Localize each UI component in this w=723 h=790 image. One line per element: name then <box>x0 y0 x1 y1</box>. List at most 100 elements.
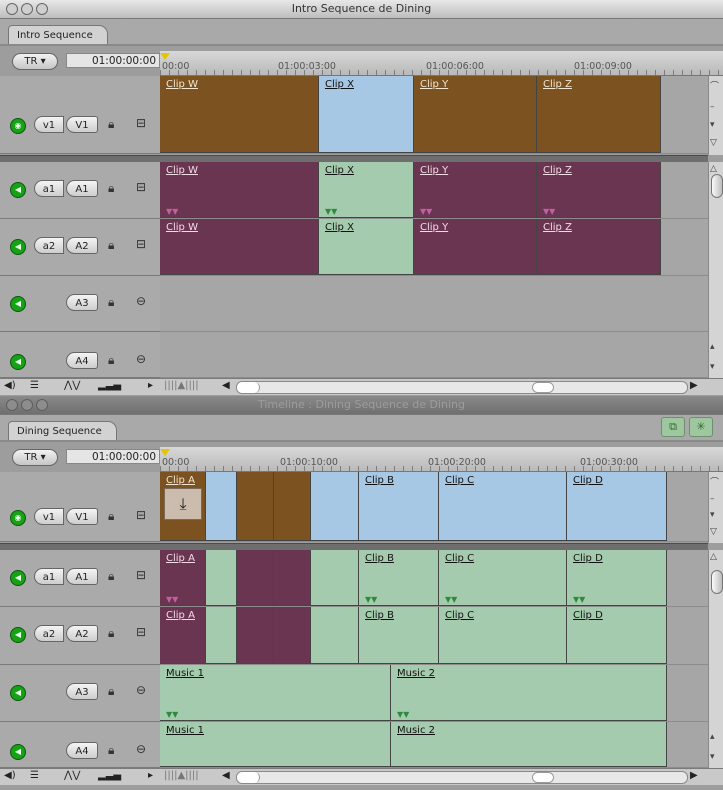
timecode-field[interactable]: 01:00:00:00 <box>66 53 160 68</box>
scroll-up-icon[interactable]: ▴ <box>710 732 715 742</box>
dest-track-a1[interactable]: A1 <box>66 180 98 197</box>
clip[interactable]: Clip Y ▼▼ <box>414 162 537 218</box>
source-patch-a1[interactable]: a1 <box>34 180 64 197</box>
expand-arrow-icon[interactable]: ▸ <box>148 770 153 781</box>
source-patch-a2[interactable]: a2 <box>34 237 64 254</box>
dest-track-v1[interactable]: V1 <box>66 508 98 525</box>
timeline-ruler[interactable]: 00:00 01:00:10:00 01:00:20:00 01:00:30:0… <box>160 447 723 472</box>
clip[interactable]: Clip X <box>319 219 414 275</box>
expand-arrow-icon[interactable]: ▸ <box>148 380 153 391</box>
scroll-handle-icon[interactable]: ▽ <box>710 527 717 537</box>
auto-select-icon[interactable]: ⊟ <box>136 568 146 582</box>
clip[interactable]: Clip B <box>359 472 439 541</box>
clip[interactable] <box>206 550 237 606</box>
track-area[interactable]: Clip A ⤓ Clip B Clip C Clip D <box>160 472 708 542</box>
clip[interactable] <box>274 472 311 541</box>
lock-icon[interactable]: 🔒︎ <box>108 743 114 758</box>
track-area[interactable] <box>160 332 708 378</box>
clip[interactable] <box>311 550 359 606</box>
clip[interactable]: Music 2 <box>391 722 667 767</box>
track-area[interactable]: Clip A ▼▼ Clip B ▼▼ Clip C ▼▼ Clip D ▼▼ <box>160 550 708 607</box>
scroll-up-icon[interactable]: ▴ <box>710 342 715 352</box>
clip[interactable]: Clip D ▼▼ <box>567 550 667 606</box>
track-height-icon[interactable]: ☰ <box>30 380 39 391</box>
auto-select-icon[interactable]: ⊟ <box>136 237 146 251</box>
source-patch-a1[interactable]: a1 <box>34 568 64 585</box>
lock-icon[interactable]: 🔒︎ <box>108 353 114 368</box>
clip[interactable]: Clip W ▼▼ <box>160 162 319 218</box>
playhead-icon[interactable] <box>160 449 170 456</box>
lock-icon[interactable]: 🔒︎ <box>108 569 114 584</box>
track-size-icon[interactable]: ▂▃▄ <box>98 770 121 781</box>
clip[interactable] <box>206 607 237 664</box>
clip-overlays-icon[interactable]: ⋀⋁ <box>64 380 80 391</box>
playhead-icon[interactable] <box>160 53 170 60</box>
dest-track-a3[interactable]: A3 <box>66 683 98 700</box>
clip[interactable] <box>311 607 359 664</box>
speaker-icon[interactable]: ◀︎ <box>10 296 26 312</box>
track-size-icon[interactable]: ▂▃▄ <box>98 380 121 391</box>
dest-track-a2[interactable]: A2 <box>66 237 98 254</box>
speaker-icon[interactable]: ◀︎ <box>10 685 26 701</box>
dest-track-a1[interactable]: A1 <box>66 568 98 585</box>
clip[interactable]: Clip C <box>439 607 567 664</box>
dest-track-a3[interactable]: A3 <box>66 294 98 311</box>
track-area[interactable]: Clip W Clip X Clip Y Clip Z <box>160 219 708 276</box>
lock-icon[interactable]: 🔒︎ <box>108 509 114 524</box>
track-menu-button[interactable]: TR ▾ <box>12 53 58 70</box>
scroll-thumb[interactable] <box>532 382 554 393</box>
linking-icon[interactable]: ✳︎ <box>689 417 713 437</box>
audio-vertical-scrollbar[interactable]: △ ▴ ▾ <box>708 162 723 378</box>
clip-overlays-icon[interactable]: ⋀⋁ <box>64 770 80 781</box>
clip[interactable]: Music 1 ▼▼ <box>160 665 391 721</box>
clip[interactable]: Music 1 <box>160 722 391 767</box>
source-patch-a2[interactable]: a2 <box>34 625 64 642</box>
auto-select-icon[interactable]: ⊖ <box>136 683 146 697</box>
clip[interactable]: Clip D <box>567 607 667 664</box>
audio-vertical-scrollbar[interactable]: △ ▴ ▾ <box>708 550 723 768</box>
tab-sequence[interactable]: Intro Sequence <box>8 25 108 46</box>
audio-controls-icon[interactable]: ◀︎) <box>4 380 16 391</box>
clip[interactable]: Music 2 ▼▼ <box>391 665 667 721</box>
scroll-down-icon[interactable]: ▾ <box>710 120 715 130</box>
auto-select-icon[interactable]: ⊖ <box>136 742 146 756</box>
horizontal-scrollbar[interactable] <box>236 771 688 784</box>
auto-select-icon[interactable]: ⊟ <box>136 625 146 639</box>
scroll-left-icon[interactable]: ◀︎ <box>222 380 230 391</box>
clip[interactable]: Clip Z <box>537 76 661 153</box>
window-titlebar[interactable]: Intro Sequence de Dining <box>0 0 723 19</box>
lock-icon[interactable]: 🔒︎ <box>108 181 114 196</box>
clip[interactable]: Clip A <box>160 607 206 664</box>
scroll-up-icon[interactable]: ⌒ <box>710 475 719 488</box>
source-patch-v1[interactable]: v1 <box>34 116 64 133</box>
clip[interactable] <box>237 472 274 541</box>
clip[interactable]: Clip Y <box>414 76 537 153</box>
scroll-down-icon[interactable]: ▾ <box>710 510 715 520</box>
timeline-ruler[interactable]: 00:00 01:00:03:00 01:00:06:00 01:00:09:0… <box>160 51 723 76</box>
scroll-handle-icon[interactable]: △ <box>710 552 717 562</box>
video-vertical-scrollbar[interactable]: ⌒ – ▾ ▽ <box>708 76 723 155</box>
scroll-right-icon[interactable]: ▶︎ <box>690 770 698 781</box>
lock-icon[interactable]: 🔒︎ <box>108 238 114 253</box>
track-area[interactable]: Clip W ▼▼ Clip X ▼▼ Clip Y ▼▼ Clip Z ▼▼ <box>160 162 708 219</box>
video-vertical-scrollbar[interactable]: ⌒ – ▾ ▽ <box>708 472 723 543</box>
clip[interactable]: Clip A ▼▼ <box>160 550 206 606</box>
clip[interactable] <box>274 607 311 664</box>
clip[interactable]: Clip B <box>359 607 439 664</box>
clip[interactable] <box>237 550 274 606</box>
track-area[interactable]: Clip W Clip X Clip Y Clip Z <box>160 76 708 154</box>
track-menu-button[interactable]: TR ▾ <box>12 449 58 466</box>
speaker-icon[interactable]: ◀︎ <box>10 239 26 255</box>
track-height-icon[interactable]: ☰ <box>30 770 39 781</box>
clip[interactable] <box>206 472 237 541</box>
scroll-up-icon[interactable]: ⌒ <box>710 79 719 92</box>
zoom-slider-icon[interactable]: ||||▲|||| <box>164 770 199 781</box>
track-area[interactable]: Music 1 ▼▼ Music 2 ▼▼ <box>160 665 708 722</box>
eye-icon[interactable]: ◉ <box>10 510 26 526</box>
scroll-down-icon[interactable]: ▾ <box>710 752 715 762</box>
clip[interactable] <box>311 472 359 541</box>
clip[interactable]: Clip D <box>567 472 667 541</box>
dest-track-a2[interactable]: A2 <box>66 625 98 642</box>
auto-select-icon[interactable]: ⊟ <box>136 116 146 130</box>
track-area[interactable]: Clip A Clip B Clip C Clip D <box>160 607 708 665</box>
